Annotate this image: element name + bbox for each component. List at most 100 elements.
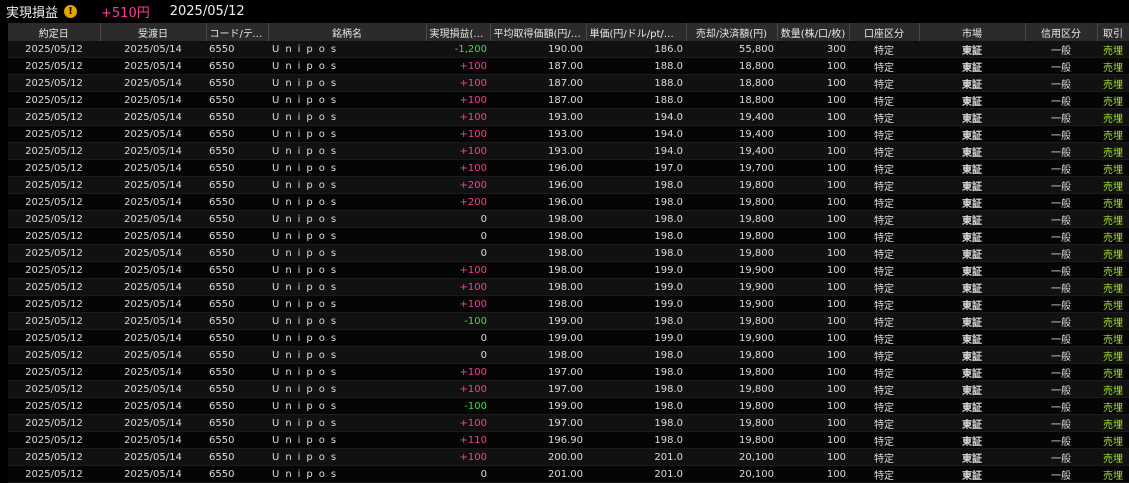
table-row[interactable]: 2025/05/12 2025/05/14 6550 Unipos -100 199.00… [8,397,1129,415]
header-name[interactable]: 銘柄名 [268,23,427,41]
table-row[interactable]: 2025/05/12 2025/05/14 6550 Unipos +200 196.00… [8,176,1129,194]
header-trade-type[interactable]: 取引 [1097,23,1129,41]
sale-amount: 19,800 [686,210,777,228]
warning-icon[interactable]: ! [64,4,78,18]
unit-price: 198.0 [586,346,686,364]
credit-type: 一般 [1025,142,1097,160]
market: 東証 [919,448,1025,466]
market: 東証 [919,176,1025,194]
trade-type: 売埋 [1097,227,1129,245]
table-row[interactable]: 2025/05/12 2025/05/14 6550 Unipos +100 198.00… [8,261,1129,279]
trade-date: 2025/05/12 [8,380,100,398]
header-settle-date[interactable]: 受渡日 [100,23,207,41]
table-row[interactable]: 2025/05/12 2025/05/14 6550 Unipos 0 201.00 201… [8,465,1129,483]
credit-type: 一般 [1025,363,1097,381]
avg-cost: 198.00 [490,278,586,296]
table-row[interactable]: 2025/05/12 2025/05/14 6550 Unipos 0 198.00 198… [8,244,1129,262]
account-type: 特定 [849,448,919,466]
stock-name: Unipos [268,159,426,177]
sale-amount: 19,800 [686,346,777,364]
realized-pl: 0 [426,210,490,228]
stock-name: Unipos [268,210,426,228]
table-row[interactable]: 2025/05/12 2025/05/14 6550 Unipos 0 198.00 198… [8,227,1129,245]
table-row[interactable]: 2025/05/12 2025/05/14 6550 Unipos +100 193.00… [8,108,1129,126]
table-row[interactable]: 2025/05/12 2025/05/14 6550 Unipos 0 198.00 198… [8,346,1129,364]
settle-date: 2025/05/14 [100,397,206,415]
realized-pl: +100 [426,261,490,279]
header-code[interactable]: コード/ティッ... [206,23,269,41]
settle-date: 2025/05/14 [100,380,206,398]
sale-amount: 55,800 [686,41,777,58]
stock-name: Unipos [268,41,426,58]
realized-pl-table-wrap: 約定日受渡日コード/ティッ...銘柄名実現損益(円)平均取得価額(円/pt)単価… [8,23,1129,483]
credit-type: 一般 [1025,295,1097,313]
table-row[interactable]: 2025/05/12 2025/05/14 6550 Unipos +100 197.00… [8,363,1129,381]
table-row[interactable]: 2025/05/12 2025/05/14 6550 Unipos +100 187.00… [8,74,1129,92]
avg-cost: 198.00 [490,210,586,228]
unit-price: 194.0 [586,125,686,143]
avg-cost: 187.00 [490,74,586,92]
code: 6550 [206,244,268,262]
table-row[interactable]: 2025/05/12 2025/05/14 6550 Unipos 0 199.00 199… [8,329,1129,347]
unit-price: 198.0 [586,312,686,330]
table-row[interactable]: 2025/05/12 2025/05/14 6550 Unipos 0 198.00 198… [8,210,1129,228]
summary-date: 2025/05/12 [169,3,245,19]
table-row[interactable]: 2025/05/12 2025/05/14 6550 Unipos +100 197.00… [8,414,1129,432]
trade-date: 2025/05/12 [8,329,100,347]
header-avg-cost[interactable]: 平均取得価額(円/pt) [490,23,587,41]
header-quantity[interactable]: 数量(株/口/枚) [777,23,850,41]
header-account-type[interactable]: 口座区分 [849,23,920,41]
header-market[interactable]: 市場 [919,23,1026,41]
account-type: 特定 [849,465,919,483]
table-row[interactable]: 2025/05/12 2025/05/14 6550 Unipos -1,200 190.… [8,41,1129,58]
sale-amount: 19,800 [686,380,777,398]
quantity: 100 [777,74,849,92]
code: 6550 [206,125,268,143]
table-row[interactable]: 2025/05/12 2025/05/14 6550 Unipos +100 193.00… [8,125,1129,143]
account-type: 特定 [849,176,919,194]
credit-type: 一般 [1025,261,1097,279]
unit-price: 198.0 [586,414,686,432]
sale-amount: 19,400 [686,108,777,126]
avg-cost: 198.00 [490,244,586,262]
avg-cost: 199.00 [490,312,586,330]
stock-name: Unipos [268,108,426,126]
code: 6550 [206,91,268,109]
table-row[interactable]: 2025/05/12 2025/05/14 6550 Unipos +200 196.00… [8,193,1129,211]
avg-cost: 197.00 [490,380,586,398]
quantity: 100 [777,431,849,449]
table-row[interactable]: 2025/05/12 2025/05/14 6550 Unipos +100 196.00… [8,159,1129,177]
table-row[interactable]: 2025/05/12 2025/05/14 6550 Unipos -100 199.00… [8,312,1129,330]
credit-type: 一般 [1025,244,1097,262]
table-row[interactable]: 2025/05/12 2025/05/14 6550 Unipos +100 187.00… [8,57,1129,75]
realized-pl-table: 約定日受渡日コード/ティッ...銘柄名実現損益(円)平均取得価額(円/pt)単価… [8,23,1129,483]
trade-date: 2025/05/12 [8,261,100,279]
sale-amount: 20,100 [686,465,777,483]
settle-date: 2025/05/14 [100,431,206,449]
settle-date: 2025/05/14 [100,74,206,92]
trade-type: 売埋 [1097,74,1129,92]
avg-cost: 193.00 [490,142,586,160]
header-trade-date[interactable]: 約定日 [8,23,101,41]
header-realized-pl[interactable]: 実現損益(円) [426,23,491,41]
trade-date: 2025/05/12 [8,125,100,143]
table-row[interactable]: 2025/05/12 2025/05/14 6550 Unipos +100 198.00… [8,278,1129,296]
credit-type: 一般 [1025,448,1097,466]
header-sale-amount[interactable]: 売却/決済額(円) [686,23,778,41]
realized-pl: -1,200 [426,41,490,58]
realized-pl: +100 [426,278,490,296]
header-credit-type[interactable]: 信用区分 [1025,23,1098,41]
table-row[interactable]: 2025/05/12 2025/05/14 6550 Unipos +100 187.00… [8,91,1129,109]
stock-name: Unipos [268,142,426,160]
header-unit-price[interactable]: 単価(円/ドル/pt/そ... [586,23,687,41]
table-row[interactable]: 2025/05/12 2025/05/14 6550 Unipos +100 197.00… [8,380,1129,398]
table-row[interactable]: 2025/05/12 2025/05/14 6550 Unipos +100 198.00… [8,295,1129,313]
table-row[interactable]: 2025/05/12 2025/05/14 6550 Unipos +110 196.90… [8,431,1129,449]
trade-date: 2025/05/12 [8,57,100,75]
trade-date: 2025/05/12 [8,193,100,211]
table-row[interactable]: 2025/05/12 2025/05/14 6550 Unipos +100 193.00… [8,142,1129,160]
table-row[interactable]: 2025/05/12 2025/05/14 6550 Unipos +100 200.00… [8,448,1129,466]
quantity: 300 [777,41,849,58]
trade-date: 2025/05/12 [8,431,100,449]
realized-pl: 0 [426,465,490,483]
